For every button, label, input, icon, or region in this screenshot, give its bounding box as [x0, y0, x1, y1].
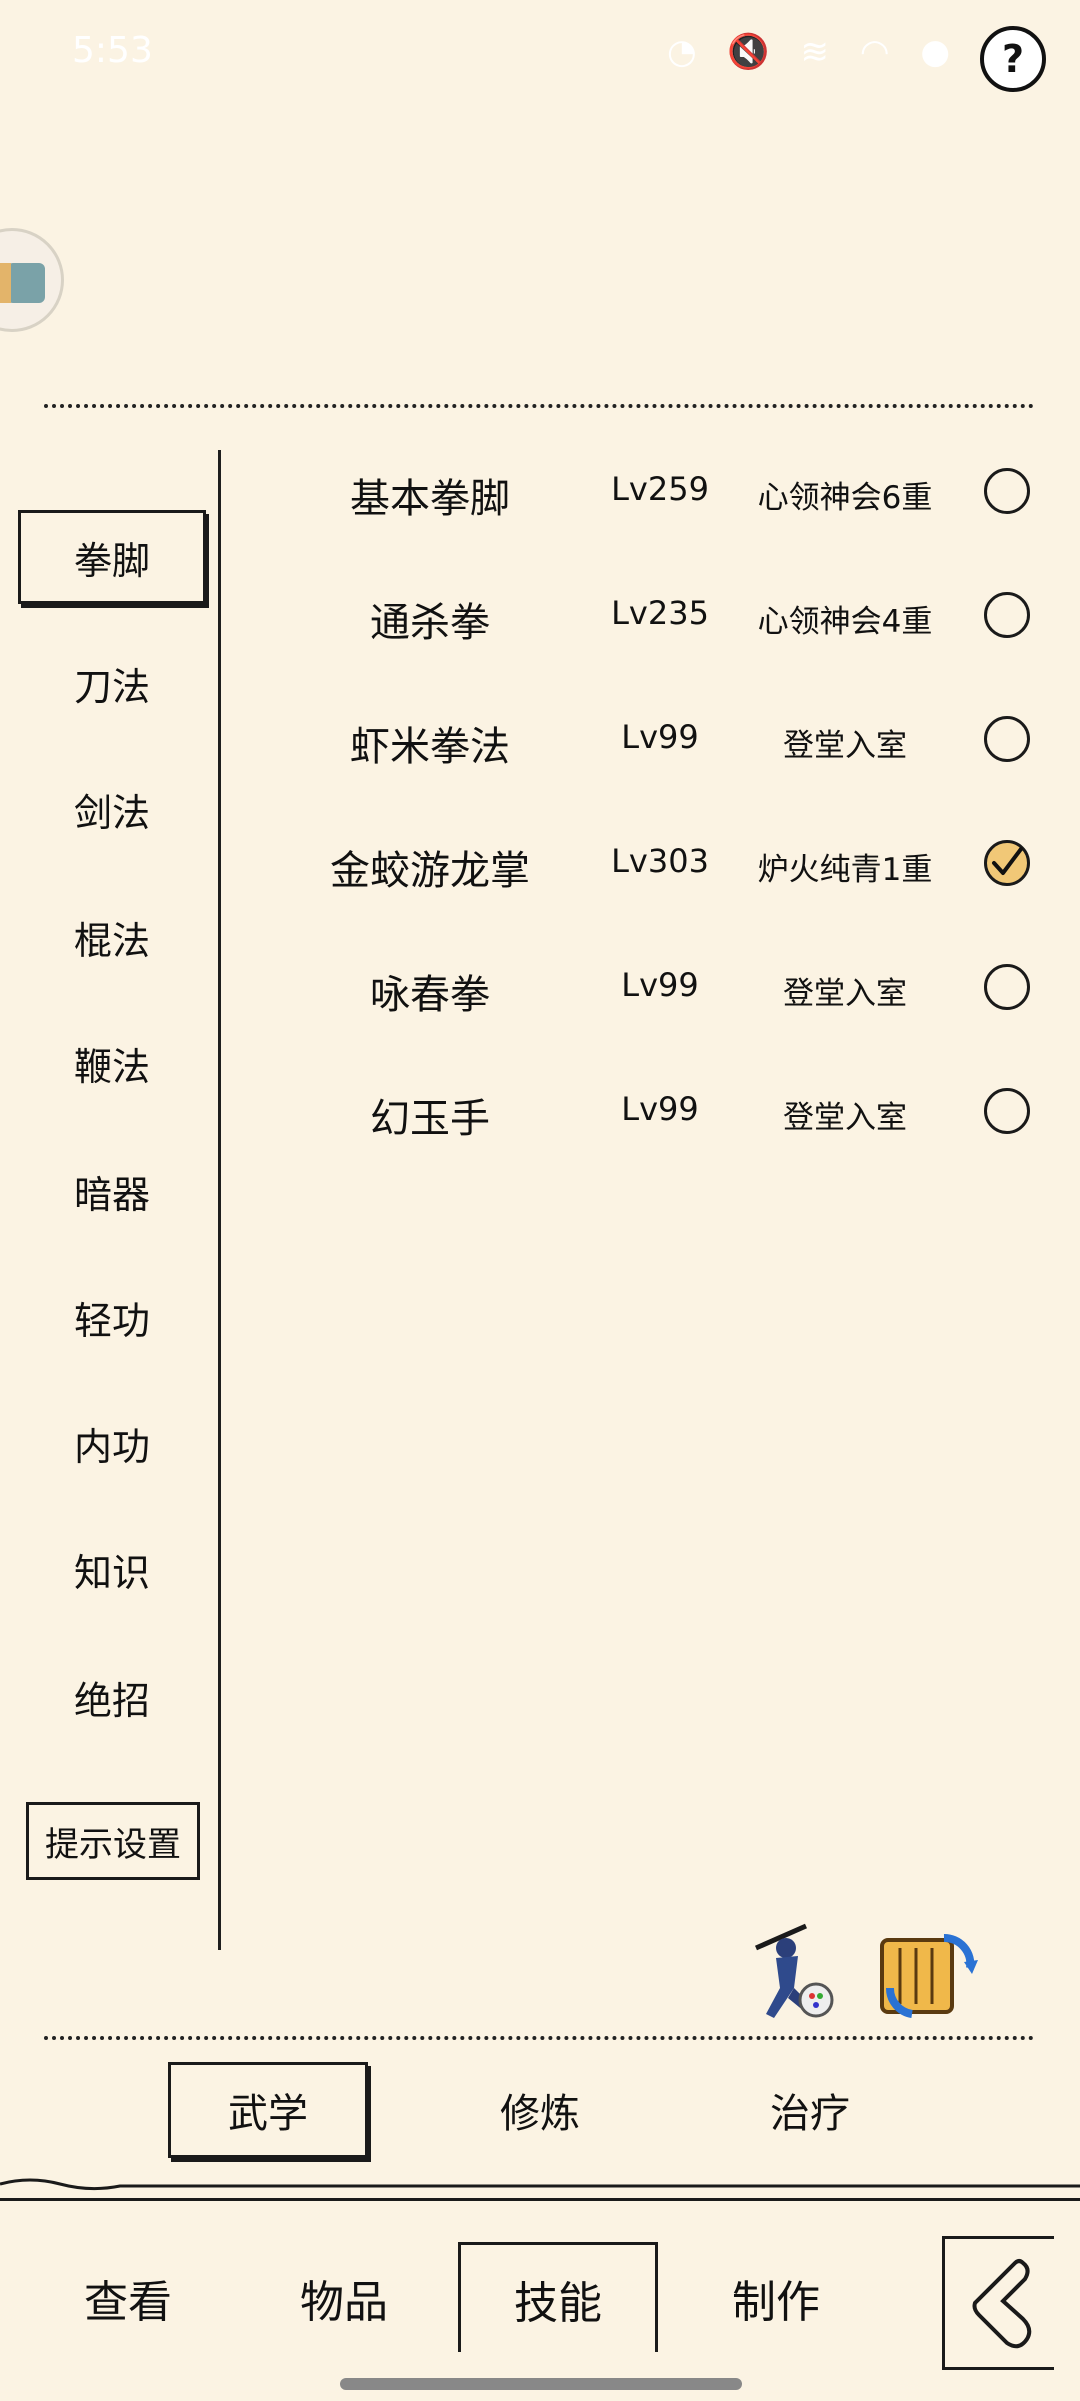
skill-name: 通杀拳: [370, 600, 490, 646]
nav-wupin[interactable]: 物品: [244, 2248, 444, 2348]
skill-stage: 登堂入室: [783, 728, 907, 764]
category-bianfa[interactable]: 鞭法: [18, 1016, 206, 1110]
skill-stage: 登堂入室: [783, 1100, 907, 1136]
nav-jineng[interactable]: 技能: [458, 2242, 658, 2352]
category-zhishi[interactable]: 知识: [18, 1522, 206, 1616]
status-time: 5:53: [72, 30, 153, 71]
skill-name: 金蛟游龙掌: [330, 848, 530, 894]
skill-name: 幻玉手: [370, 1096, 490, 1142]
category-quanjiao[interactable]: 拳脚: [18, 510, 206, 604]
tab-zhiliao[interactable]: 治疗: [710, 2062, 910, 2158]
category-qinggong[interactable]: 轻功: [18, 1270, 206, 1364]
nav-zhizuo[interactable]: 制作: [676, 2248, 876, 2348]
top-divider: [44, 404, 1034, 408]
question-icon: ?: [1001, 37, 1025, 81]
skill-select-radio[interactable]: [984, 1088, 1030, 1134]
category-daofa[interactable]: 刀法: [18, 636, 206, 730]
sidebar-divider: [218, 450, 221, 1950]
skill-stage: 炉火纯青1重: [757, 852, 933, 888]
skill-row[interactable]: 通杀拳 Lv235 心领神会4重: [230, 554, 1050, 678]
chevron-left-icon: [972, 2259, 1032, 2349]
status-icons: ◔ 🔇 ≋ ◠ ●: [666, 32, 960, 72]
back-button[interactable]: [942, 2236, 1054, 2370]
category-jianfa[interactable]: 剑法: [18, 762, 206, 856]
skill-select-radio[interactable]: [984, 716, 1030, 762]
hint-settings-button[interactable]: 提示设置: [26, 1802, 200, 1880]
skill-stage: 心领神会6重: [757, 480, 933, 516]
skill-select-radio[interactable]: [984, 468, 1030, 514]
martial-artist-icon[interactable]: [736, 1918, 846, 2028]
brush-divider: [0, 2178, 1080, 2191]
tab-xiulian[interactable]: 修炼: [440, 2062, 640, 2158]
app-logo-icon: [0, 263, 45, 303]
skill-row[interactable]: 虾米拳法 Lv99 登堂入室: [230, 678, 1050, 802]
checkmark-icon: [992, 847, 1023, 875]
skill-row[interactable]: 金蛟游龙掌 Lv303 炉火纯青1重: [230, 802, 1050, 926]
skill-name: 基本拳脚: [350, 476, 510, 522]
skill-name: 虾米拳法: [350, 724, 510, 770]
skill-row[interactable]: 咏春拳 Lv99 登堂入室: [230, 926, 1050, 1050]
skill-row[interactable]: 幻玉手 Lv99 登堂入室: [230, 1050, 1050, 1174]
floating-app-bubble[interactable]: [0, 228, 64, 332]
skill-select-radio[interactable]: [984, 840, 1030, 886]
category-juezhao[interactable]: 绝招: [18, 1650, 206, 1744]
tab-wuxue[interactable]: 武学: [168, 2062, 368, 2158]
skill-select-radio[interactable]: [984, 592, 1030, 638]
scroll-swap-icon[interactable]: [872, 1918, 982, 2028]
skill-row[interactable]: 基本拳脚 Lv259 心领神会6重: [230, 430, 1050, 554]
category-gunfa[interactable]: 棍法: [18, 890, 206, 984]
skill-name: 咏春拳: [370, 972, 490, 1018]
category-neigong[interactable]: 内功: [18, 1396, 206, 1490]
bottom-divider: [44, 2036, 1034, 2040]
home-indicator[interactable]: [340, 2378, 742, 2390]
skill-stage: 心领神会4重: [757, 604, 933, 640]
nav-chakan[interactable]: 查看: [28, 2248, 228, 2348]
skill-stage: 登堂入室: [783, 976, 907, 1012]
skill-select-radio[interactable]: [984, 964, 1030, 1010]
help-button[interactable]: ?: [980, 26, 1046, 92]
category-anqi[interactable]: 暗器: [18, 1144, 206, 1238]
